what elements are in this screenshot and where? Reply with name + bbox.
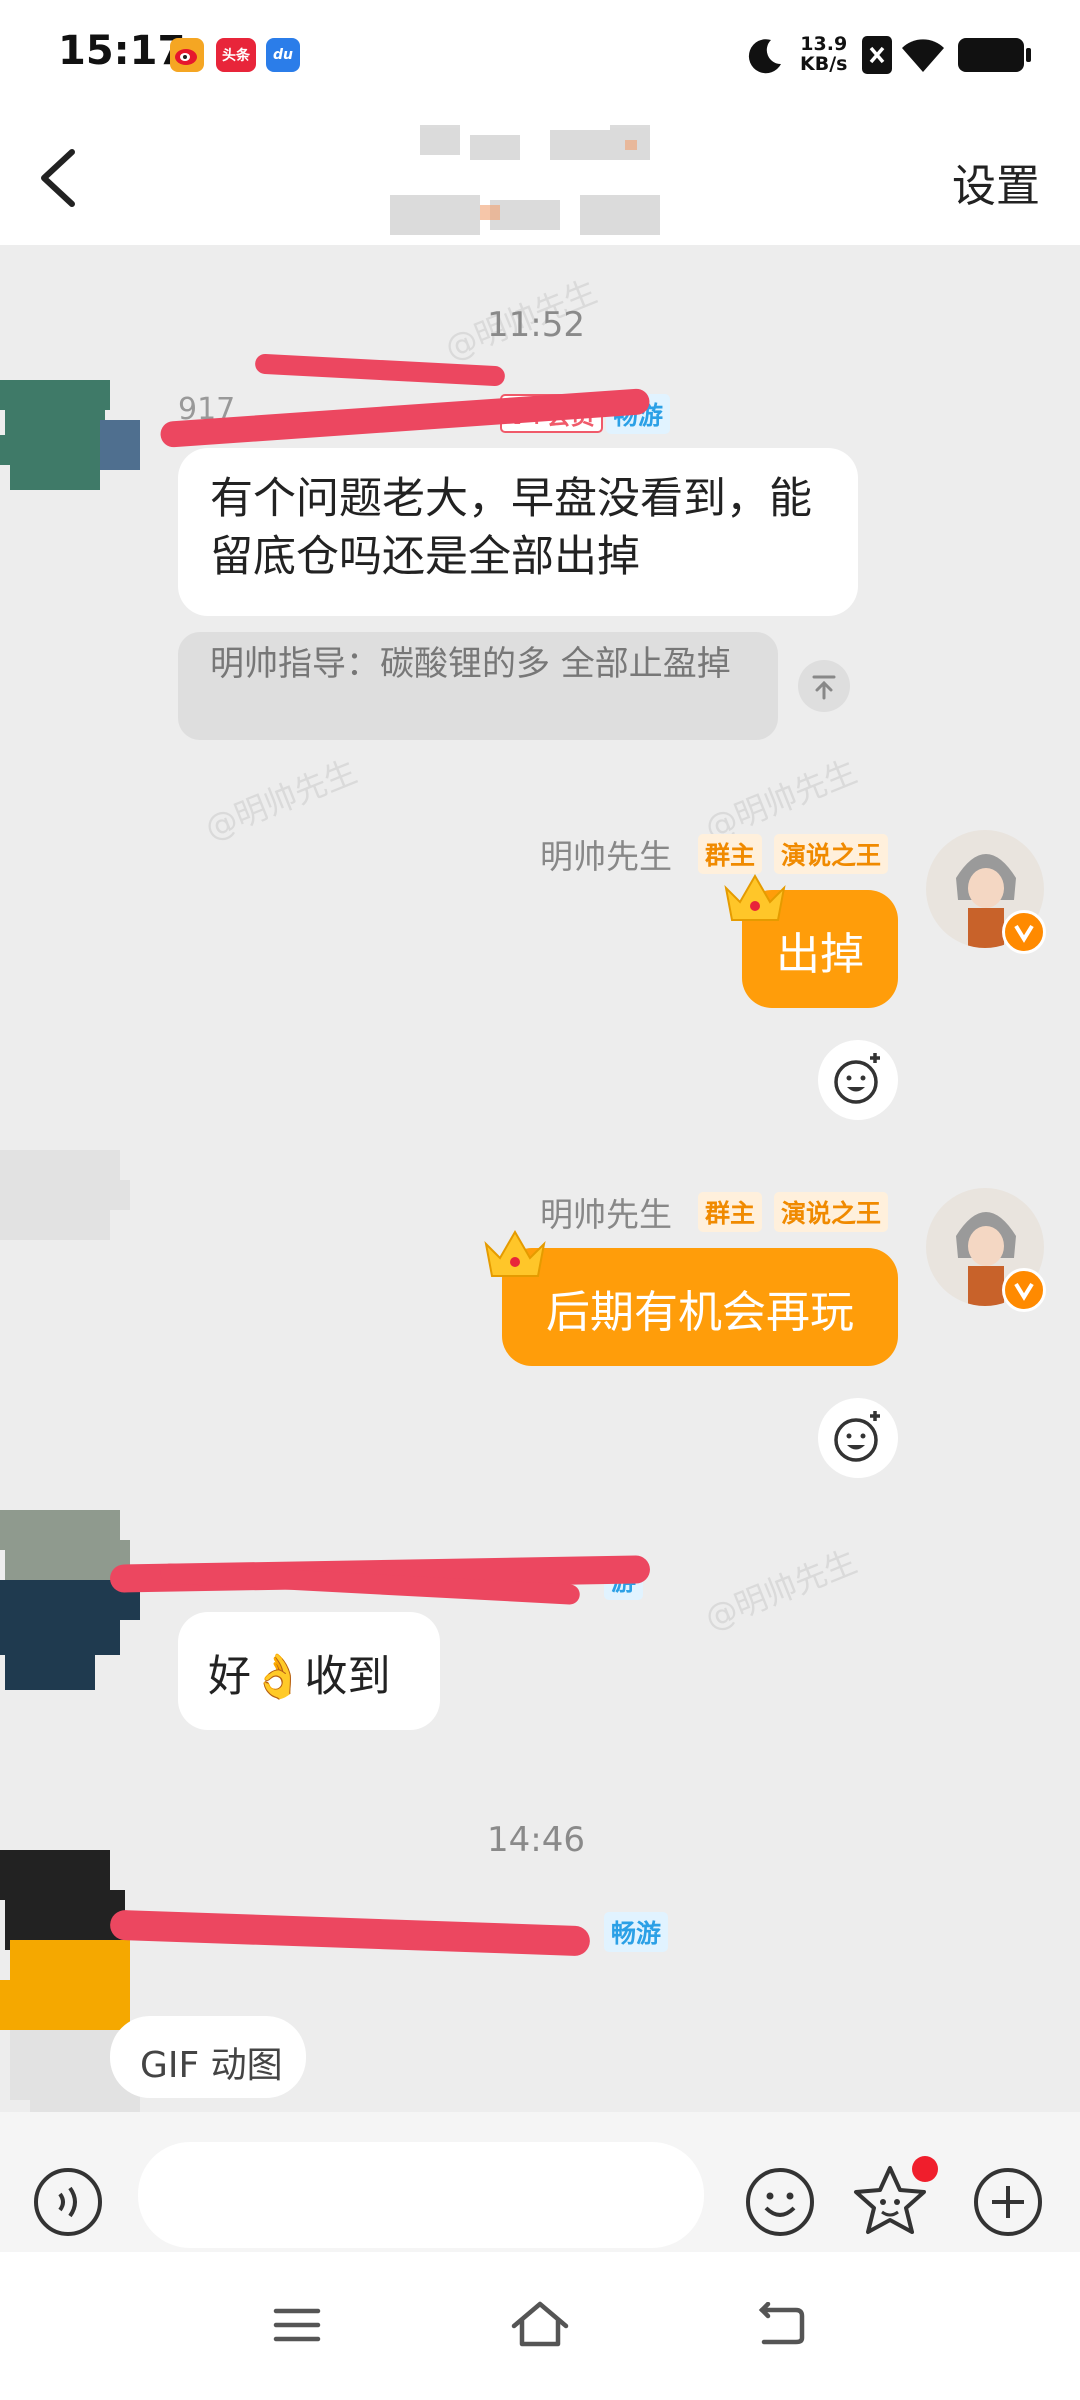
message-bubble[interactable]: 有个问题老大，早盘没看到，能留底仓吗还是全部出掉 bbox=[178, 448, 858, 616]
net-speed-value: 13.9 bbox=[800, 33, 848, 55]
battery-icon bbox=[958, 38, 1024, 72]
message-text: 后期有机会再玩 bbox=[546, 1287, 854, 1338]
quote-text: 明帅指导：碳酸锂的多 全部止盈掉 bbox=[210, 644, 731, 684]
arrow-up-icon bbox=[812, 675, 836, 700]
speech-king-badge: 演说之王 bbox=[774, 834, 889, 874]
back-nav-button[interactable] bbox=[754, 2301, 808, 2352]
speech-king-badge: 演说之王 bbox=[774, 1192, 889, 1232]
timestamp: 11:52 bbox=[487, 305, 585, 345]
voice-icon bbox=[34, 2168, 102, 2236]
chevron-left-icon bbox=[41, 149, 75, 207]
emoji-icon bbox=[746, 2168, 814, 2236]
home-button[interactable] bbox=[508, 2298, 572, 2354]
add-reaction-button[interactable] bbox=[818, 1398, 898, 1478]
watermark: @明帅先生 bbox=[199, 752, 363, 848]
emoji-add-icon bbox=[834, 1411, 880, 1462]
message-bubble[interactable]: 好👌收到 bbox=[178, 1612, 440, 1730]
home-icon bbox=[511, 2301, 569, 2347]
net-speed-unit: KB/s bbox=[800, 53, 848, 75]
weibo-app-icon bbox=[170, 38, 204, 72]
emoji-add-icon bbox=[834, 1053, 880, 1104]
group-title-redacted bbox=[380, 115, 720, 245]
sender-name: 明帅先生 bbox=[540, 837, 672, 876]
status-time: 15:17 bbox=[58, 28, 186, 74]
avatar-redacted bbox=[0, 1140, 140, 1260]
gif-label: GIF 动图 bbox=[140, 2045, 283, 2086]
avatar-redacted[interactable] bbox=[0, 360, 155, 510]
back-icon bbox=[758, 2301, 805, 2345]
recents-button[interactable] bbox=[272, 2305, 322, 2349]
verified-badge-icon bbox=[1002, 1268, 1046, 1312]
back-button[interactable] bbox=[36, 148, 86, 212]
wifi-icon bbox=[900, 34, 946, 78]
message-text: 有个问题老大，早盘没看到，能留底仓吗还是全部出掉 bbox=[210, 474, 812, 582]
message-bubble[interactable]: 后期有机会再玩 bbox=[502, 1248, 898, 1366]
emoji-button[interactable] bbox=[742, 2164, 818, 2244]
owner-badge: 群主 bbox=[698, 1192, 763, 1232]
quote-block[interactable]: 明帅指导：碳酸锂的多 全部止盈掉 bbox=[178, 632, 778, 740]
tour-badge: 畅游 bbox=[604, 1912, 669, 1952]
message-input[interactable] bbox=[138, 2142, 704, 2248]
battery-tip bbox=[1026, 48, 1031, 62]
crown-icon bbox=[480, 1224, 550, 1288]
sender-name: 明帅先生 bbox=[540, 1195, 672, 1234]
crown-icon bbox=[720, 868, 790, 932]
scroll-to-quote-button[interactable] bbox=[798, 660, 850, 712]
watermark: @明帅先生 bbox=[699, 1542, 863, 1638]
avatar-redacted[interactable] bbox=[0, 1510, 150, 1730]
du-app-icon: du bbox=[266, 38, 300, 72]
moon-icon bbox=[745, 36, 785, 80]
net-speed: 13.9 KB/s bbox=[800, 34, 847, 74]
voice-button[interactable] bbox=[30, 2164, 106, 2244]
add-button[interactable] bbox=[970, 2164, 1046, 2244]
toutiao-app-icon: 头条 bbox=[216, 38, 256, 72]
message-text: 好👌收到 bbox=[208, 1652, 391, 1702]
settings-button[interactable]: 设置 bbox=[952, 150, 1040, 214]
plus-icon bbox=[974, 2168, 1042, 2236]
menu-icon bbox=[273, 2308, 321, 2342]
timestamp: 14:46 bbox=[487, 1820, 585, 1860]
no-sim-icon bbox=[862, 36, 892, 74]
gif-message-bubble[interactable]: GIF 动图 bbox=[110, 2016, 306, 2098]
add-reaction-button[interactable] bbox=[818, 1040, 898, 1120]
verified-badge-icon bbox=[1002, 910, 1046, 954]
notification-dot bbox=[912, 2156, 938, 2182]
